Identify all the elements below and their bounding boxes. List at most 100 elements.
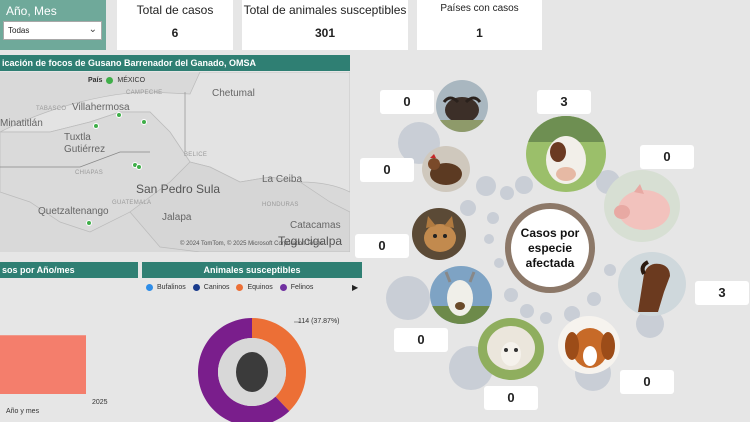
filter-label: Año, Mes <box>6 4 57 18</box>
map[interactable]: TABASCO CAMPECHE CHIAPAS Villahermosa Mi… <box>0 72 350 252</box>
decor-bubble <box>500 186 514 200</box>
count-bufalinos: 0 <box>380 90 434 114</box>
cow-image[interactable] <box>526 116 606 192</box>
count-caninos: 0 <box>620 370 674 394</box>
decor-bubble <box>494 258 504 268</box>
legend-dot-icon <box>106 77 114 84</box>
date-dropdown[interactable]: Todas ⌄ <box>3 21 102 40</box>
legend-dot-icon <box>236 284 244 291</box>
species-center-label: Casos por especie afectada <box>505 203 595 293</box>
map-label-quetzaltenango: Quetzaltenango <box>38 206 109 217</box>
cases-xaxis-label: Año y mes <box>6 408 40 415</box>
susceptible-donut-chart <box>198 318 306 422</box>
pig-icon <box>604 170 680 242</box>
decor-bubble <box>476 176 496 196</box>
dropdown-value: Todas <box>8 26 30 35</box>
sheep-image[interactable] <box>478 318 544 380</box>
legend-item[interactable]: Caninos <box>204 284 230 291</box>
count-caprinos: 0 <box>394 328 448 352</box>
decor-bubble <box>386 276 430 320</box>
map-label-san-pedro-sula: San Pedro Sula <box>136 182 221 196</box>
legend-next-icon[interactable]: ▶ <box>352 283 358 292</box>
sheep-icon <box>478 318 544 380</box>
count-ovinos: 0 <box>484 386 538 410</box>
map-title: icación de focos de Gusano Barrenador de… <box>0 55 350 71</box>
count-bovinos: 3 <box>537 90 591 114</box>
kpi-countries: Países con casos 1 <box>417 0 542 50</box>
kpi-title: Total de casos <box>136 3 214 17</box>
dog-image[interactable] <box>558 316 620 374</box>
pig-image[interactable] <box>604 170 680 242</box>
buffalo-icon <box>436 80 488 132</box>
chevron-down-icon: ⌄ <box>88 24 97 35</box>
cases-chart-title: sos por Año/mes <box>0 262 138 278</box>
map-label-jalapa: Jalapa <box>162 212 192 223</box>
decor-bubble <box>515 176 533 194</box>
decor-bubble <box>520 304 534 318</box>
horse-icon <box>618 252 686 316</box>
map-label-minatitlan: Minatitlán <box>0 118 43 129</box>
buffalo-image[interactable] <box>436 80 488 132</box>
x-tick-label: 2025 <box>92 399 108 406</box>
case-marker[interactable] <box>93 123 99 129</box>
case-marker[interactable] <box>86 220 92 226</box>
dog-icon <box>558 316 620 374</box>
cases-bar-chart: 2025 <box>0 335 108 406</box>
map-label-chetumal: Chetumal <box>212 88 255 99</box>
map-label-la-ceiba: La Ceiba <box>262 174 303 185</box>
horse-image[interactable] <box>618 252 686 316</box>
goat-icon <box>430 266 492 324</box>
cow-icon <box>526 116 606 192</box>
date-filter: Año, Mes Todas ⌄ <box>0 0 106 50</box>
legend-item[interactable]: Equinos <box>247 284 272 291</box>
map-label-honduras: HONDURAS <box>262 202 299 208</box>
case-marker[interactable] <box>116 112 122 118</box>
center-label-line: especie <box>527 240 573 255</box>
case-marker[interactable] <box>141 119 147 125</box>
kpi-title: Total de animales susceptibles <box>243 3 407 17</box>
map-label-belice: BELICE <box>184 152 208 158</box>
goat-image[interactable] <box>430 266 492 324</box>
map-attribution: © 2024 TomTom, © 2025 Microsoft Corporat… <box>180 241 324 247</box>
legend-item[interactable]: Felinos <box>291 284 314 291</box>
decor-bubble <box>460 200 476 216</box>
chicken-icon <box>422 146 470 192</box>
decor-bubble <box>484 234 494 244</box>
legend-dot-icon <box>279 284 287 291</box>
decor-bubble <box>587 292 601 306</box>
center-label-line: afectada <box>525 255 575 270</box>
count-equinos: 3 <box>695 281 749 305</box>
legend-item[interactable]: Bufalinos <box>157 284 186 291</box>
kpi-value: 1 <box>476 26 483 40</box>
count-felinos: 0 <box>355 234 409 258</box>
map-label-campeche: CAMPECHE <box>126 90 163 96</box>
decor-bubble <box>504 288 518 302</box>
center-label-line: Casos por <box>520 225 580 240</box>
susceptible-title: Animales susceptibles <box>142 262 362 278</box>
cat-image[interactable] <box>412 208 466 260</box>
legend-item: MÉXICO <box>117 77 146 84</box>
larva-icon <box>236 352 268 392</box>
legend-label: País <box>88 77 103 84</box>
kpi-title: Países con casos <box>440 3 519 14</box>
count-aves: 0 <box>360 158 414 182</box>
map-label-guatemala: GUATEMALA <box>112 200 152 206</box>
susceptible-legend: Bufalinos Caninos Equinos Felinos <box>146 284 313 291</box>
map-label-catacamas: Catacamas <box>290 220 341 231</box>
map-label-tuxtla: Tuxtla Gutiérrez <box>64 132 106 155</box>
kpi-total-susceptible: Total de animales susceptibles 301 <box>242 0 408 50</box>
map-label-villahermosa: Villahermosa <box>72 102 130 113</box>
case-marker[interactable] <box>136 164 142 170</box>
kpi-total-cases: Total de casos 6 <box>117 0 233 50</box>
decor-bubble <box>604 264 616 276</box>
map-label-tabasco: TABASCO <box>36 106 67 112</box>
kpi-value: 6 <box>171 26 179 40</box>
cases-bar[interactable] <box>0 335 86 394</box>
kpi-value: 301 <box>314 26 336 40</box>
legend-dot-icon <box>146 284 153 291</box>
cat-icon <box>412 208 466 260</box>
chicken-image[interactable] <box>422 146 470 192</box>
decor-bubble <box>540 312 552 324</box>
pie-annotation: 114 (37.87%) <box>298 318 340 325</box>
map-legend: País MÉXICO <box>88 77 145 84</box>
